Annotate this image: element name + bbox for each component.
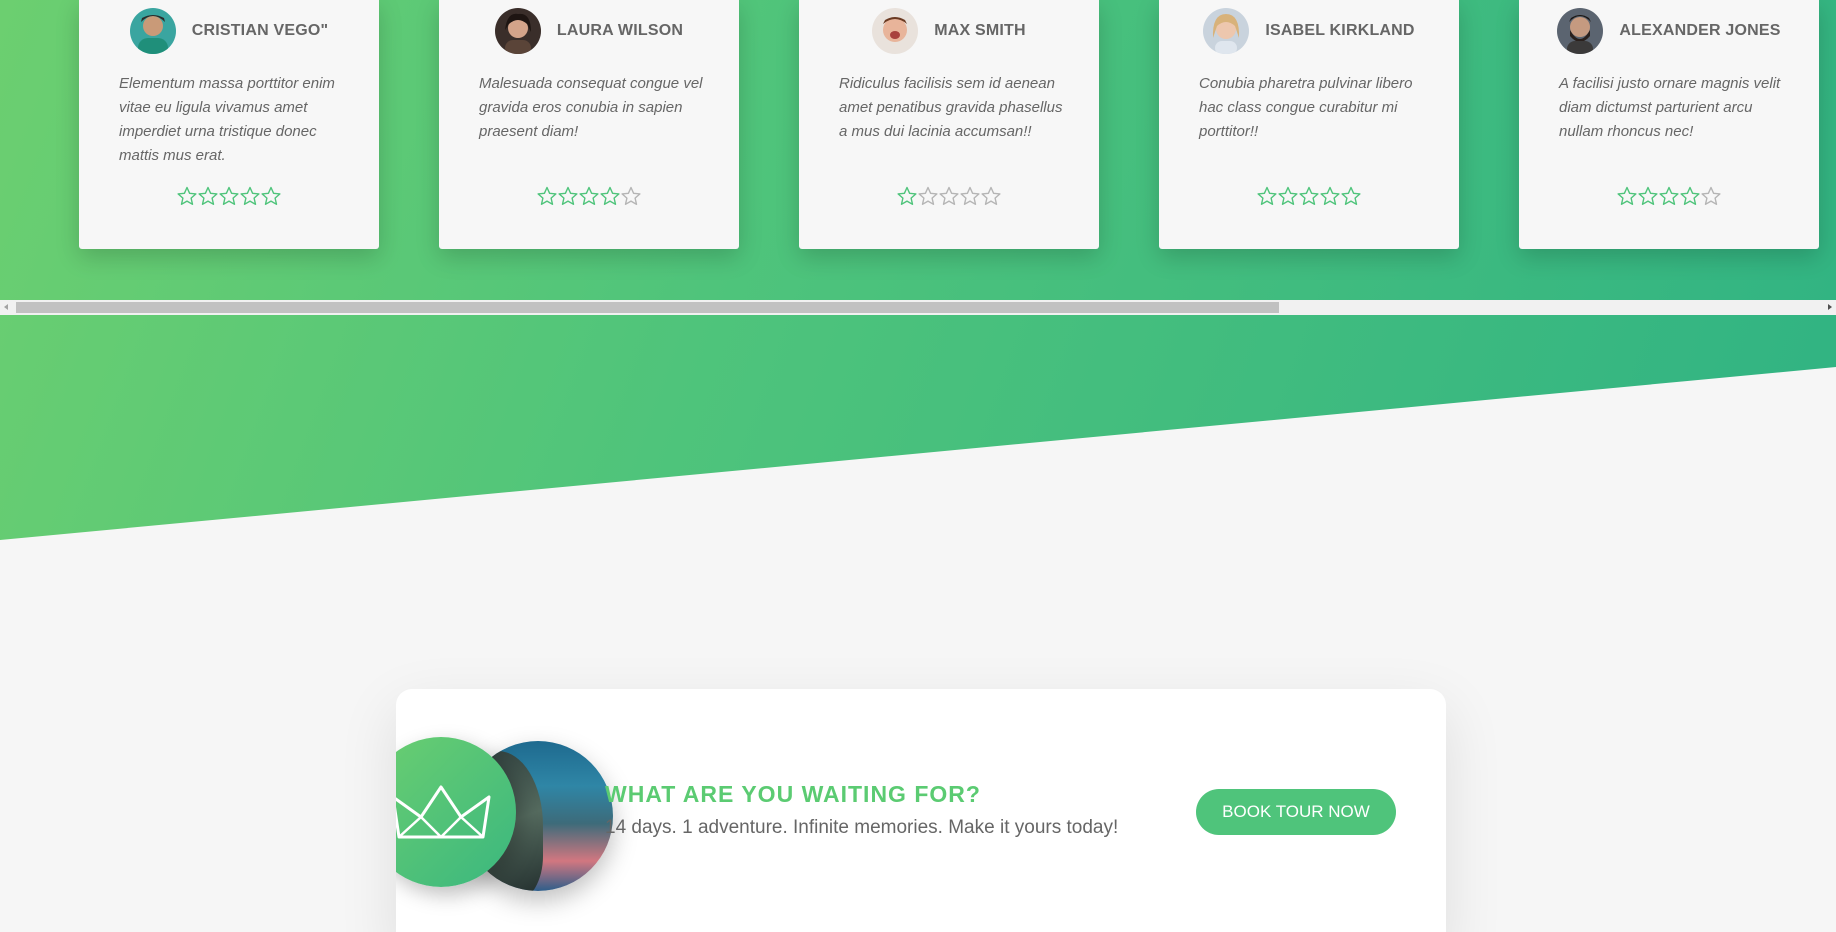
star-icon <box>1701 186 1721 205</box>
review-card: ISABEL KIRKLAND Conubia pharetra pulvina… <box>1159 0 1459 249</box>
cta-banner: WHAT ARE YOU WAITING FOR? 14 days. 1 adv… <box>396 689 1446 932</box>
star-icon <box>981 186 1001 205</box>
star-icon <box>1341 186 1361 205</box>
star-icon <box>1320 186 1340 205</box>
review-card: CRISTIAN VEGO" Elementum massa porttitor… <box>79 0 379 249</box>
star-icon <box>897 186 917 205</box>
avatar <box>1557 8 1604 54</box>
star-icon <box>1257 186 1277 205</box>
reviews-carousel[interactable]: CRISTIAN VEGO" Elementum massa porttitor… <box>0 0 1836 300</box>
star-icon <box>1638 186 1658 205</box>
review-text: Elementum massa porttitor enim vitae eu … <box>119 75 335 164</box>
star-icon <box>939 186 959 205</box>
horizontal-scrollbar[interactable] <box>0 300 1836 315</box>
reviewer-name: MAX SMITH <box>934 22 1026 39</box>
review-card: MAX SMITH Ridiculus facilisis sem id aen… <box>799 0 1099 249</box>
star-icon <box>579 186 599 205</box>
star-icon <box>621 186 641 205</box>
star-icon <box>219 186 239 205</box>
star-icon <box>177 186 197 205</box>
star-icon <box>600 186 620 205</box>
star-icon <box>1680 186 1700 205</box>
star-icon <box>1278 186 1298 205</box>
star-rating <box>439 186 739 211</box>
review-text: Malesuada consequat congue vel gravida e… <box>479 75 703 140</box>
book-tour-button[interactable]: BOOK TOUR NOW <box>1196 789 1396 835</box>
review-text: Conubia pharetra pulvinar libero hac cla… <box>1199 75 1413 140</box>
star-icon <box>918 186 938 205</box>
cta-subtext: 14 days. 1 adventure. Infinite memories.… <box>605 817 1119 838</box>
scroll-left-arrow-icon[interactable] <box>4 304 8 310</box>
cta-heading: WHAT ARE YOU WAITING FOR? <box>605 781 981 807</box>
reviewer-name: ISABEL KIRKLAND <box>1265 22 1415 39</box>
review-card: ALEXANDER JONES A facilisi justo ornare … <box>1519 0 1819 249</box>
review-text: Ridiculus facilisis sem id aenean amet p… <box>839 75 1063 140</box>
review-text: A facilisi justo ornare magnis velit dia… <box>1559 75 1781 140</box>
scroll-right-arrow-icon[interactable] <box>1828 304 1832 310</box>
star-icon <box>558 186 578 205</box>
star-icon <box>537 186 557 205</box>
scrollbar-thumb[interactable] <box>16 302 1279 313</box>
star-icon <box>261 186 281 205</box>
avatar <box>494 8 541 54</box>
reviewer-name: ALEXANDER JONES <box>1619 22 1781 39</box>
star-icon <box>960 186 980 205</box>
crown-icon <box>396 785 491 839</box>
star-icon <box>1617 186 1637 205</box>
review-card: LAURA WILSON Malesuada consequat congue … <box>439 0 739 249</box>
star-icon <box>1659 186 1679 205</box>
star-rating <box>79 186 379 211</box>
star-rating <box>1159 186 1459 211</box>
avatar <box>129 8 176 54</box>
star-icon <box>198 186 218 205</box>
star-rating <box>1519 186 1819 211</box>
star-rating <box>799 186 1099 211</box>
star-icon <box>240 186 260 205</box>
reviewer-name: LAURA WILSON <box>556 22 684 39</box>
avatar <box>872 8 919 54</box>
star-icon <box>1299 186 1319 205</box>
avatar <box>1203 8 1250 54</box>
reviewer-name: CRISTIAN VEGO" <box>191 22 329 39</box>
